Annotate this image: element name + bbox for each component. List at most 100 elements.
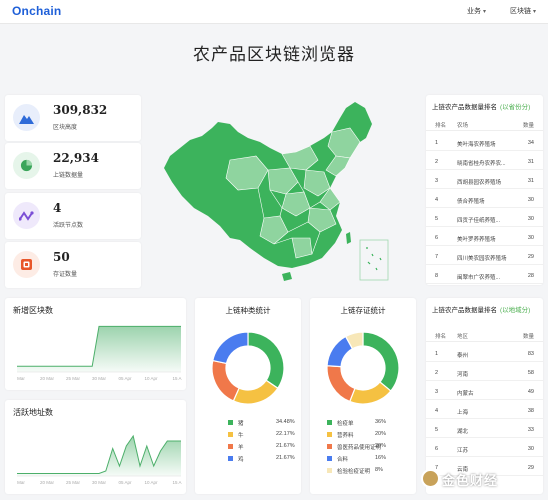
stat-value: 4 <box>53 201 62 215</box>
rank-value: 58 <box>527 370 534 376</box>
rank-name: 泰州 <box>457 353 469 359</box>
legend-item: 检验检疫证明 8% <box>327 466 427 476</box>
rank-index: 1 <box>435 140 439 146</box>
map-inset-islands <box>366 247 382 271</box>
x-tick-label: Mar <box>17 480 25 485</box>
table-row[interactable]: 1 泰州 83 <box>426 347 543 362</box>
rank-name: 晓南省桂舟农养农... <box>457 161 506 167</box>
stat-icon-bg <box>13 251 40 278</box>
table-row[interactable]: 2 晓南省桂舟农养农... 31 <box>426 155 543 170</box>
x-tick-label: 15 A <box>172 376 181 381</box>
stat-value: 309,832 <box>53 103 108 117</box>
certificate-donut-card: 上链存证统计 检疫单 36% 营养料 20% 兽医药品使用证明 20% 合料 16% 检验检疫证… <box>310 298 416 494</box>
rank-name: 湖北 <box>457 429 469 435</box>
legend-label: 合料 <box>337 457 349 463</box>
table-row[interactable]: 6 美叶罗养养殖场 30 <box>426 231 543 246</box>
table-row[interactable]: 7 四川美农园农养殖场 29 <box>426 250 543 265</box>
rank-index: 6 <box>435 446 439 452</box>
legend-label: 牛 <box>238 433 244 439</box>
legend-percent: 22.17% <box>276 431 295 437</box>
rank-index: 1 <box>435 351 439 357</box>
legend-percent: 21.67% <box>276 443 295 449</box>
legend-label: 羊 <box>238 445 244 451</box>
legend-swatch <box>228 432 233 437</box>
donut-slice[interactable] <box>362 331 400 392</box>
legend-swatch <box>327 432 332 437</box>
rank-name: 江苏 <box>457 448 469 454</box>
rank-index: 8 <box>435 273 439 279</box>
page-title: 农产品区块链浏览器 <box>193 45 355 64</box>
table-row[interactable]: 8 闽翠市广农养殖... 28 <box>426 269 543 284</box>
legend-label: 营养料 <box>337 433 354 439</box>
area-fill <box>17 326 181 372</box>
onchain-logo[interactable]: Onchain <box>12 4 61 18</box>
stat-card-data-volume: 22,934 上链数据量 <box>5 143 141 189</box>
map-inset <box>359 239 389 281</box>
donut-slice[interactable] <box>348 381 392 405</box>
legend-percent: 21.67% <box>276 455 295 461</box>
legend-item: 检疫单 36% <box>327 418 427 428</box>
new-blocks-chart-card: 新增区块数 Mar 20 Mar 25 Mar 30 Mar 05 Apr 10 Apr 1… <box>5 298 186 390</box>
rank-value: 29 <box>527 465 534 471</box>
rank-index: 5 <box>435 216 439 222</box>
table-row[interactable]: 3 内蒙古 49 <box>426 385 543 400</box>
nav-blockchain[interactable]: 区块链 ▾ <box>510 6 536 16</box>
stat-card-active-nodes: 4 活跃节点数 <box>5 193 141 239</box>
china-map-svg <box>164 102 389 281</box>
rank-header-name: 农场 <box>457 123 469 129</box>
legend-item: 合料 16% <box>327 454 427 464</box>
map-mainland <box>164 102 372 268</box>
rank-index: 5 <box>435 427 439 433</box>
legend-swatch <box>327 444 332 449</box>
donut-slice[interactable] <box>211 359 240 402</box>
legend-swatch <box>228 456 233 461</box>
legend-swatch <box>228 444 233 449</box>
rank-header: 排名 农场 数量 <box>426 117 543 131</box>
rank-value: 31 <box>527 159 534 165</box>
legend-label: 检验检疫证明 <box>337 469 371 475</box>
donut-slice[interactable] <box>212 331 249 365</box>
rank-header: 排名 地区 数量 <box>426 328 543 342</box>
rank-name: 闽翠市广农养殖... <box>457 275 501 281</box>
donut-slice[interactable] <box>232 379 279 405</box>
table-row[interactable]: 4 上海 38 <box>426 404 543 419</box>
rank-value: 28 <box>527 273 534 279</box>
chevron-down-icon: ▾ <box>533 9 537 15</box>
rank-name: 四贡子佳纸养殖... <box>457 218 501 224</box>
chart-title: 上链存证统计 <box>340 306 386 315</box>
legend-label: 猪 <box>238 421 244 427</box>
legend-percent: 16% <box>375 455 387 461</box>
rank-title: 上链农产品数据量排名 (以地域分) <box>432 304 530 314</box>
table-row[interactable]: 1 美叶海农养殖场 34 <box>426 136 543 151</box>
stat-label: 上链数据量 <box>53 173 84 179</box>
stat-card-block-height: 309,832 区块高度 <box>5 95 141 141</box>
table-row[interactable]: 4 债合养殖场 30 <box>426 193 543 208</box>
certificate-icon <box>21 259 32 270</box>
nav-business[interactable]: 业务 ▾ <box>467 6 486 16</box>
legend-swatch <box>228 420 233 425</box>
legend-item: 兽医药品使用证明 20% <box>327 442 427 452</box>
donut-slice[interactable] <box>326 365 356 403</box>
pulse-icon <box>19 210 34 221</box>
x-tick-label: 20 Mar <box>40 376 55 381</box>
new-blocks-chart: Mar 20 Mar 25 Mar 30 Mar 05 Apr 10 Apr 15 A <box>17 325 182 381</box>
rank-name: 河南 <box>457 372 469 378</box>
table-row[interactable]: 2 河南 58 <box>426 366 543 381</box>
legend-percent: 36% <box>375 419 387 425</box>
table-row[interactable]: 5 湖北 33 <box>426 423 543 438</box>
table-row[interactable]: 3 西胡县园农养殖场 31 <box>426 174 543 189</box>
rank-index: 3 <box>435 389 439 395</box>
rank-index: 6 <box>435 235 439 241</box>
species-donut <box>211 331 285 405</box>
rank-value: 30 <box>527 197 534 203</box>
rank-name: 西胡县园农养殖场 <box>457 180 502 186</box>
stat-label: 区块高度 <box>53 125 78 131</box>
table-row[interactable]: 5 四贡子佳纸养殖... 30 <box>426 212 543 227</box>
rank-value: 33 <box>527 427 534 433</box>
legend-percent: 20% <box>375 443 387 449</box>
legend-percent: 34.48% <box>276 419 295 425</box>
rank-subtitle: (以省份分) <box>500 104 531 111</box>
active-address-chart: Mar 20 Mar 25 Mar 30 Mar 05 Apr 10 Apr 15 A <box>17 434 182 485</box>
table-row[interactable]: 6 江苏 30 <box>426 442 543 457</box>
rank-card-regions: 上链农产品数据量排名 (以地域分) 排名 地区 数量 1 泰州 83 2 河南 58 3 内蒙古… <box>426 298 543 494</box>
